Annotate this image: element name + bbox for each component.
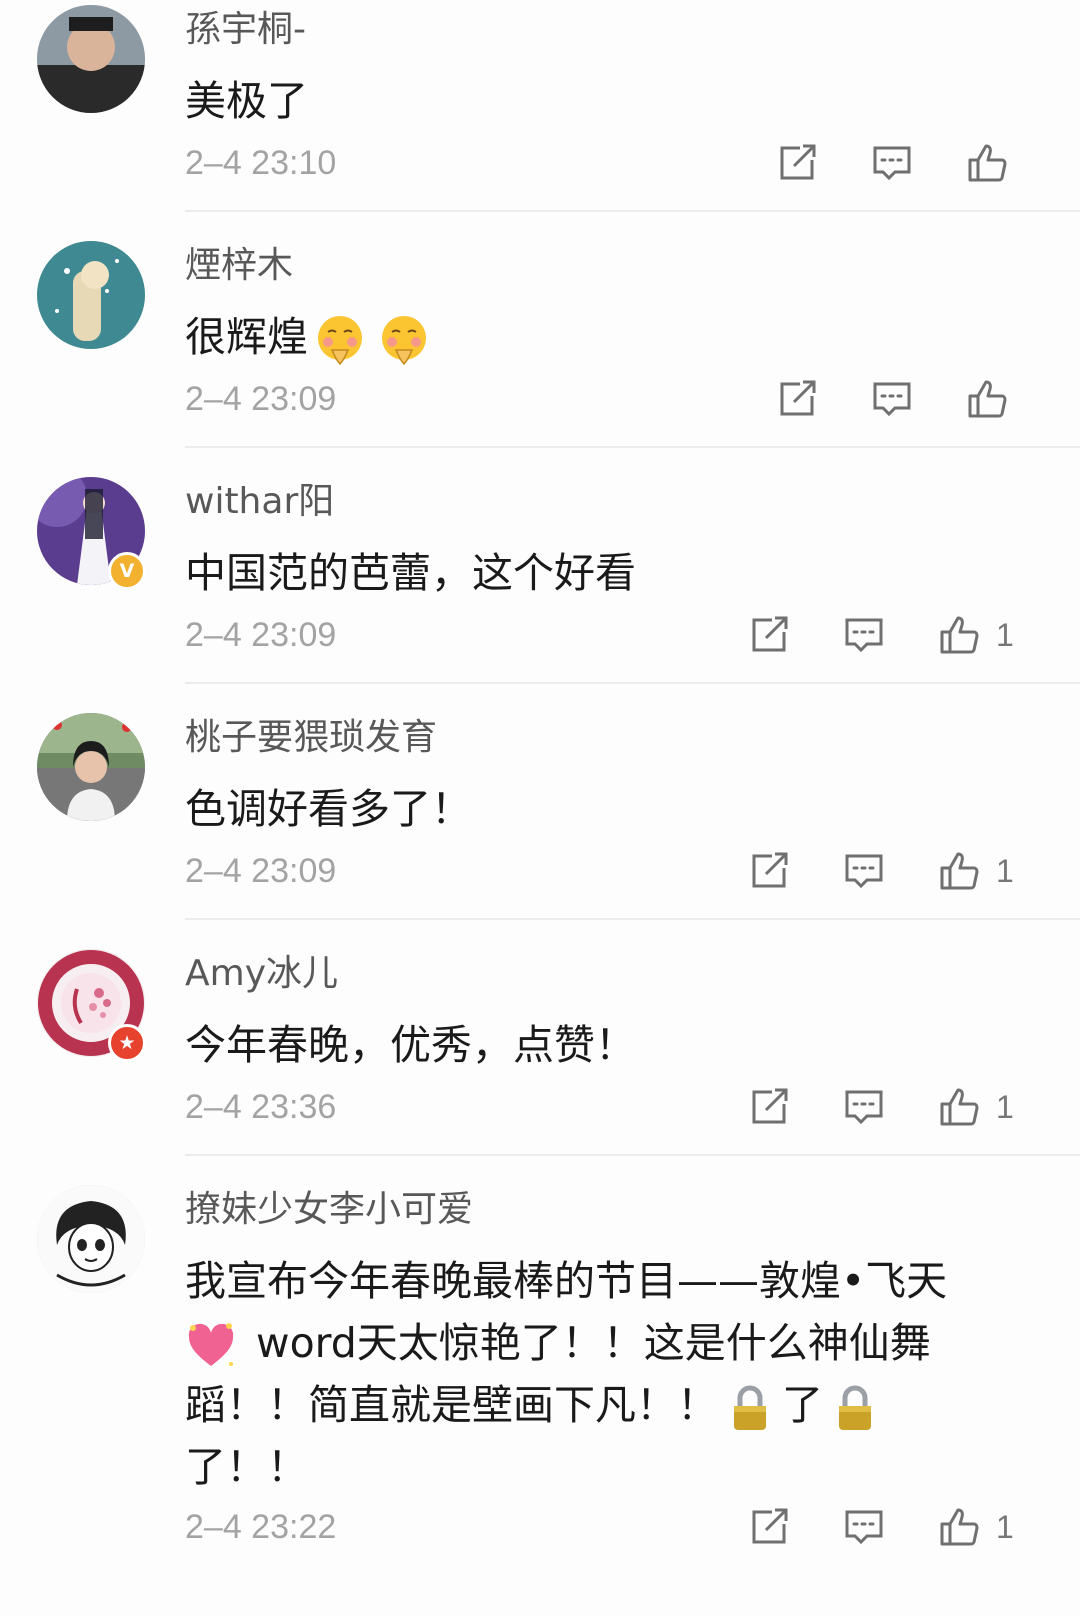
thumbs-up-icon[interactable] <box>966 141 1008 185</box>
thumbs-up-icon[interactable] <box>938 613 980 657</box>
comment-icon[interactable] <box>871 377 913 421</box>
username[interactable]: 孫宇桐- <box>185 8 306 52</box>
shy-emoji <box>378 314 430 366</box>
comment-text: 美极了 <box>185 77 308 125</box>
repost-icon[interactable] <box>776 377 818 421</box>
timestamp: 2–4 23:22 <box>185 1508 337 1546</box>
comment-icon[interactable] <box>871 141 913 185</box>
repost-icon[interactable] <box>748 1085 790 1129</box>
username[interactable]: 煙梓木 <box>185 244 293 288</box>
lock-emoji <box>829 1382 881 1434</box>
repost-icon[interactable] <box>748 849 790 893</box>
like-count: 1 <box>996 853 1014 889</box>
comment-icon[interactable] <box>843 849 885 893</box>
repost-icon[interactable] <box>748 613 790 657</box>
timestamp: 2–4 23:09 <box>185 852 337 890</box>
comment-text-part: 我宣布今年春晚最棒的节目——敦煌•飞天 <box>185 1257 948 1305</box>
like-count: 1 <box>996 1089 1014 1125</box>
thumbs-up-icon[interactable] <box>966 377 1008 421</box>
username[interactable]: withar阳 <box>185 480 334 524</box>
username[interactable]: 桃子要猥琐发育 <box>185 716 437 760</box>
divider <box>185 682 1080 684</box>
divider <box>185 210 1080 212</box>
repost-icon[interactable] <box>776 141 818 185</box>
divider <box>185 918 1080 920</box>
timestamp: 2–4 23:10 <box>185 144 337 182</box>
thumbs-up-icon[interactable] <box>938 849 980 893</box>
comment-text: 今年春晚，优秀，点赞！ <box>185 1021 636 1069</box>
thumbs-up-icon[interactable] <box>938 1085 980 1129</box>
comment-text-part: 了 <box>782 1381 823 1429</box>
lock-emoji <box>724 1382 776 1434</box>
comment-icon[interactable] <box>843 1085 885 1129</box>
divider <box>185 446 1080 448</box>
comment-icon[interactable] <box>843 613 885 657</box>
avatar[interactable] <box>37 241 145 349</box>
comment-text: 色调好看多了！ <box>185 785 472 833</box>
timestamp: 2–4 23:36 <box>185 1088 337 1126</box>
username[interactable]: Amy冰儿 <box>185 952 338 996</box>
timestamp: 2–4 23:09 <box>185 616 337 654</box>
like-count: 1 <box>996 617 1014 653</box>
timestamp: 2–4 23:09 <box>185 380 337 418</box>
star-badge: ★ <box>108 1024 146 1062</box>
thumbs-up-icon[interactable] <box>938 1505 980 1549</box>
comment-text: 很辉煌 <box>185 306 1015 368</box>
sparkling-heart-emoji <box>185 1320 237 1372</box>
avatar[interactable] <box>37 5 145 113</box>
shy-emoji <box>314 314 366 366</box>
repost-icon[interactable] <box>748 1505 790 1549</box>
comment-text-content: 很辉煌 <box>185 313 308 361</box>
comment-text: 我宣布今年春晚最棒的节目——敦煌•飞天 word天太惊艳了！！这是什么神仙舞蹈！… <box>185 1250 1015 1498</box>
like-count: 1 <box>996 1509 1014 1545</box>
username[interactable]: 撩妹少女李小可爱 <box>185 1188 473 1232</box>
comment-icon[interactable] <box>843 1505 885 1549</box>
avatar[interactable] <box>37 713 145 821</box>
comment-text-part: 了！！ <box>185 1443 308 1491</box>
divider <box>185 1154 1080 1156</box>
avatar[interactable] <box>37 1185 145 1293</box>
verified-badge: V <box>108 552 146 590</box>
comment-text: 中国范的芭蕾，这个好看 <box>185 549 636 597</box>
